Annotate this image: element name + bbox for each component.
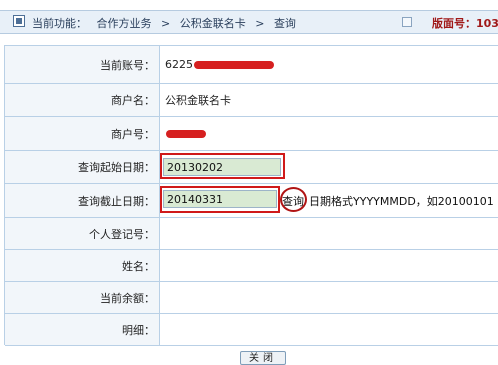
highlight-box [160, 153, 285, 179]
breadcrumb-prefix: 当前功能： [32, 17, 87, 30]
highlight-box [160, 186, 280, 213]
breadcrumb-item-partner[interactable]: 合作方业务 [97, 17, 152, 30]
account-label: 当前账号： [5, 46, 160, 83]
row-account: 当前账号： 6225 [5, 46, 498, 84]
highlight-circle [280, 187, 307, 212]
redaction-mark [194, 60, 274, 69]
query-form: 当前账号： 6225 商户名： 公积金联名卡 商户号： 查询起始日期： 2013… [4, 45, 498, 346]
name-label: 姓名： [5, 250, 160, 281]
row-merchant-no: 商户号： [5, 117, 498, 151]
breadcrumb: 当前功能： 合作方业务 > 公积金联名卡 > 查询 [32, 15, 302, 31]
breadcrumb-item-card[interactable]: 公积金联名卡 [180, 17, 246, 30]
breadcrumb-separator: > [255, 17, 265, 30]
personal-reg-label: 个人登记号： [5, 218, 160, 249]
breadcrumb-item-query: 查询 [273, 17, 296, 30]
row-merchant-name: 商户名： 公积金联名卡 [5, 84, 498, 117]
row-detail: 明细： [5, 314, 498, 346]
merchant-no-label: 商户号： [5, 117, 160, 150]
merchant-name-label: 商户名： [5, 84, 160, 116]
start-date-label: 查询起始日期： [5, 151, 160, 183]
header-marker-icon [402, 17, 412, 27]
merchant-no-value [165, 117, 206, 150]
row-balance: 当前余额： [5, 282, 498, 314]
row-name: 姓名： [5, 250, 498, 282]
row-start-date: 查询起始日期： 20130202 [5, 151, 498, 184]
end-date-label: 查询截止日期： [5, 184, 160, 217]
date-format-hint: 日期格式YYYYMMDD，如20100101 [309, 195, 494, 208]
close-button[interactable]: 关闭 [240, 351, 286, 365]
merchant-name-value: 公积金联名卡 [165, 94, 231, 107]
account-value: 6225 [165, 46, 274, 83]
account-prefix: 6225 [165, 58, 193, 71]
detail-label: 明细： [5, 314, 160, 345]
row-end-date: 查询截止日期： 20140331 查询 日期格式YYYYMMDD，如201001… [5, 184, 498, 218]
function-header: 当前功能： 合作方业务 > 公积金联名卡 > 查询 版面号：10342 [0, 10, 498, 34]
breadcrumb-separator: > [161, 17, 171, 30]
balance-label: 当前余额： [5, 282, 160, 313]
page-icon [13, 15, 25, 27]
row-personal-reg: 个人登记号： [5, 218, 498, 250]
version-number: 版面号：10342 [432, 17, 498, 30]
redaction-mark [166, 129, 206, 138]
